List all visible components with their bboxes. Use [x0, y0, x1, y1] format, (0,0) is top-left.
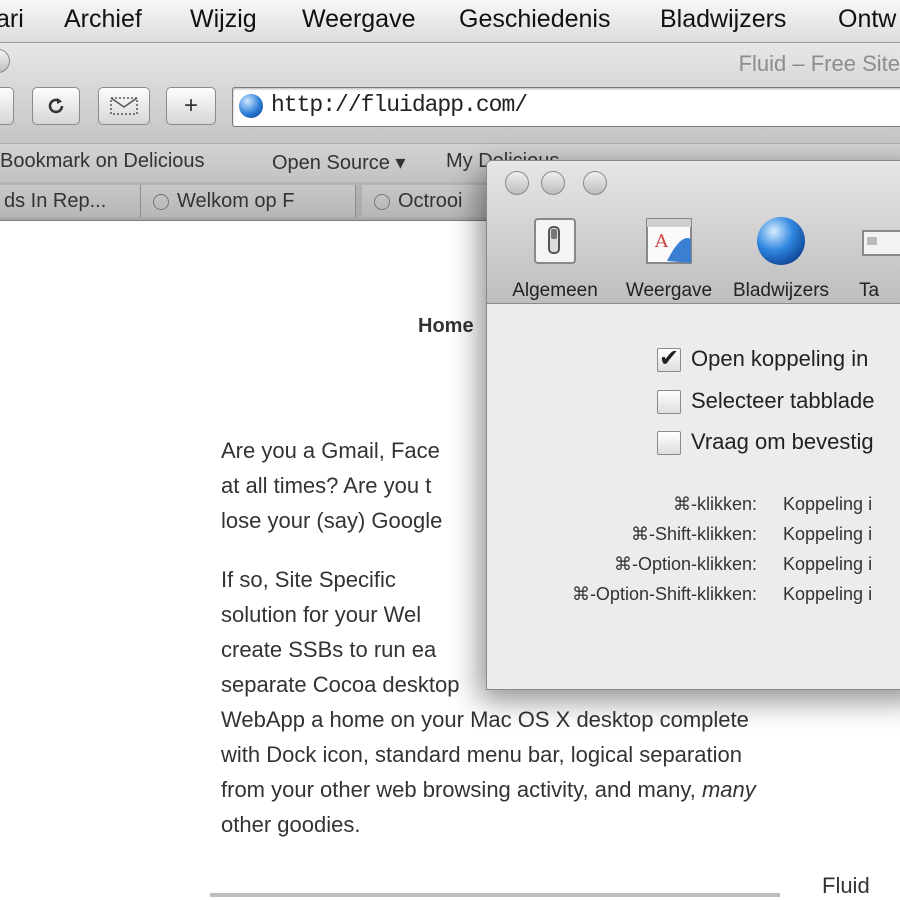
tab[interactable]: Welkom op F	[141, 185, 356, 217]
zoom-window-button[interactable]	[583, 171, 607, 195]
tab-label: ds In Rep...	[4, 190, 107, 212]
shortcut-row: ⌘-Shift-klikken: Koppeling i	[487, 524, 900, 548]
shortcut-row: ⌘-klikken: Koppeling i	[487, 494, 900, 518]
checkbox[interactable]	[657, 390, 681, 415]
shortcut-action: Koppeling i	[783, 524, 873, 544]
checkbox-confirm[interactable]: Vraag om bevestig	[657, 429, 874, 459]
preferences-toolbar: Algemeen A Weergave Bladwijzers Ta	[487, 161, 900, 304]
globe-icon	[239, 94, 263, 118]
menu-weergave[interactable]: Weergave	[302, 5, 416, 34]
checkbox-label: Selecteer tabblade	[691, 388, 875, 413]
text-line: lose your (say) Google	[221, 508, 443, 533]
shortcut-key: ⌘-klikken:	[672, 494, 757, 514]
pref-tab-label: Bladwijzers	[732, 280, 830, 301]
text-line-emphasis: many	[701, 777, 756, 802]
text-line: other goodies.	[221, 812, 361, 837]
checkbox-select-tabs[interactable]: Selecteer tabblade	[657, 388, 874, 418]
text-line: If so, Site Specific	[221, 567, 396, 592]
shortcut-row: ⌘-Option-Shift-klikken: Koppeling i	[487, 584, 900, 608]
forward-button[interactable]	[0, 87, 14, 125]
text-line: from your other web browsing activity, a…	[221, 777, 696, 802]
shortcut-key: ⌘-Option-Shift-klikken:	[571, 584, 757, 604]
tab[interactable]: Octrooi	[362, 185, 503, 217]
pref-tab-bladwijzers[interactable]: Bladwijzers	[731, 213, 831, 302]
pref-tab-label: Ta	[859, 280, 880, 301]
close-icon[interactable]	[374, 193, 390, 210]
pref-tab-tabs[interactable]: Ta	[847, 213, 900, 302]
checkbox[interactable]	[657, 344, 681, 373]
text-line: at all times? Are you t	[221, 473, 432, 498]
shortcut-key: ⌘-Shift-klikken:	[630, 524, 757, 544]
checkbox[interactable]	[657, 431, 681, 456]
menu-ontwikkel[interactable]: Ontw	[838, 5, 896, 34]
text-line: create SSBs to run ea	[221, 637, 437, 662]
browser-toolbar: Fluid – Free Site + http://fluidapp.com/	[0, 43, 900, 143]
pref-tab-algemeen[interactable]: Algemeen	[505, 213, 605, 302]
bookmark-item[interactable]: Bookmark on Delicious	[0, 150, 205, 173]
tab-label: Octrooi	[398, 190, 463, 212]
text-line: separate Cocoa desktop	[221, 672, 460, 697]
tab[interactable]: ds In Rep...	[0, 185, 141, 217]
preferences-window: Algemeen A Weergave Bladwijzers Ta ✔Open…	[486, 160, 900, 690]
shortcut-row: ⌘-Option-klikken: Koppeling i	[487, 554, 900, 578]
pref-tab-label: Weergave	[625, 280, 713, 301]
url-text: http://fluidapp.com/	[271, 92, 528, 118]
svg-text:A: A	[654, 231, 669, 252]
text-line: solution for your Wel	[221, 602, 422, 627]
footer-divider	[210, 893, 780, 897]
close-icon[interactable]	[153, 193, 169, 210]
text-line: Are you a Gmail, Face	[221, 438, 440, 463]
window-control-button[interactable]	[0, 49, 10, 73]
pref-tab-weergave[interactable]: A Weergave	[619, 213, 719, 302]
menu-bar: ari Archief Wijzig Weergave Geschiedenis…	[0, 0, 900, 43]
address-bar[interactable]: http://fluidapp.com/	[232, 87, 900, 127]
add-bookmark-button[interactable]: +	[166, 87, 216, 125]
text-line: with Dock icon, standard menu bar, logic…	[221, 742, 742, 767]
reload-icon	[48, 98, 64, 114]
nav-home-link[interactable]: Home	[418, 315, 474, 338]
text-line: WebApp a home on your Mac OS X desktop c…	[221, 707, 749, 732]
menu-app[interactable]: ari	[0, 5, 24, 34]
checkbox-open-link[interactable]: Open koppeling in	[657, 344, 869, 376]
menu-archief[interactable]: Archief	[64, 5, 142, 34]
footer-label: Fluid	[822, 873, 870, 898]
menu-bladwijzers[interactable]: Bladwijzers	[660, 5, 786, 34]
shortcut-action: Koppeling i	[783, 584, 873, 604]
appearance-icon: A	[646, 218, 692, 264]
window-title: Fluid – Free Site	[738, 51, 900, 76]
menu-wijzig[interactable]: Wijzig	[190, 5, 257, 34]
minimize-window-button[interactable]	[541, 171, 565, 195]
shortcut-action: Koppeling i	[783, 494, 873, 514]
shortcut-action: Koppeling i	[783, 554, 873, 574]
menu-geschiedenis[interactable]: Geschiedenis	[459, 5, 610, 34]
preferences-body: Open koppeling in Selecteer tabblade Vra…	[487, 304, 900, 689]
mail-icon	[110, 97, 138, 115]
switch-icon	[534, 218, 576, 264]
mail-button[interactable]	[98, 87, 150, 125]
bookmark-item[interactable]: Open Source ▾	[272, 150, 405, 175]
shortcut-key: ⌘-Option-klikken:	[613, 554, 757, 574]
checkbox-label: Vraag om bevestig	[691, 429, 874, 454]
checkbox-label: Open koppeling in	[691, 346, 869, 371]
tab-label: Welkom op F	[177, 190, 295, 212]
close-window-button[interactable]	[505, 171, 529, 195]
tabs-icon	[862, 230, 900, 256]
reload-button[interactable]	[32, 87, 80, 125]
globe-icon	[757, 217, 805, 265]
pref-tab-label: Algemeen	[512, 280, 598, 301]
